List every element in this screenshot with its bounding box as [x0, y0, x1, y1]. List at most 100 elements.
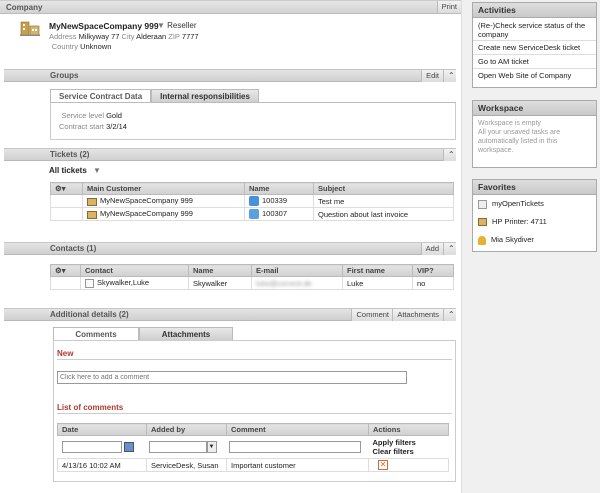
collapse-icon[interactable]: ⌃: [443, 243, 456, 255]
comment-added-by: ServiceDesk, Susan: [146, 458, 227, 472]
building-icon: [87, 197, 97, 206]
divider: [57, 359, 452, 360]
favorite-item-myopentickets[interactable]: myOpenTickets: [473, 195, 596, 213]
contacts-header: Contacts (1) Add ⌃: [4, 242, 456, 255]
zip-value: 7777: [181, 32, 199, 41]
date-filter-input[interactable]: [61, 441, 122, 453]
groups-edit-button[interactable]: Edit: [421, 70, 443, 82]
comment-input[interactable]: [57, 371, 407, 384]
new-comment-label: New: [57, 349, 74, 358]
groups-tabs: Service Contract Data Internal responsibi…: [50, 89, 259, 102]
favorite-item-mia-skydiver[interactable]: Mia Skydiver: [473, 231, 596, 249]
tickets-title: Tickets (2): [50, 150, 90, 159]
chevron-down-icon[interactable]: ▼: [206, 441, 217, 453]
ticket-customer: MyNewSpaceCompany 999: [100, 209, 193, 219]
ticket-name: 100339: [262, 195, 288, 205]
collapse-icon[interactable]: ⌃: [443, 149, 456, 161]
added-by-filter-select[interactable]: [148, 441, 207, 453]
table-row[interactable]: MyNewSpaceCompany 999 100307 Question ab…: [50, 207, 454, 221]
company-header: Company Print: [0, 0, 461, 14]
table-row[interactable]: 4/13/16 10:02 AM ServiceDesk, Susan Impo…: [57, 458, 449, 472]
column-date[interactable]: Date: [57, 423, 147, 436]
contract-start-row: Contract start 3/2/14: [58, 122, 127, 131]
column-vip[interactable]: VIP?: [412, 264, 454, 277]
delete-icon[interactable]: ✕: [378, 460, 388, 470]
details-header: Additional details (2) Comment Attachmen…: [4, 308, 456, 321]
tab-attachments[interactable]: Attachments: [139, 327, 233, 340]
tickets-filter-label: All tickets: [49, 166, 87, 175]
activities-title: Activities: [473, 3, 596, 18]
tickets-header: Tickets (2) ⌃: [4, 148, 456, 161]
company-type: Reseller: [167, 21, 197, 30]
column-actions[interactable]: Actions: [368, 423, 449, 436]
table-settings[interactable]: ⚙▾: [50, 182, 83, 195]
contacts-add-button[interactable]: Add: [420, 243, 443, 255]
country-value: Unknown: [80, 42, 112, 51]
column-email[interactable]: E-mail: [251, 264, 343, 277]
chevron-down-icon: ▼: [93, 166, 101, 175]
tab-service-contract-data[interactable]: Service Contract Data: [50, 89, 152, 102]
comment-text: Important customer: [226, 458, 369, 472]
address-value: Milkyway 77: [78, 32, 120, 41]
table-settings[interactable]: ⚙▾: [50, 264, 81, 277]
country-label: Country: [51, 42, 78, 51]
comment-date: 4/13/16 10:02 AM: [57, 458, 147, 472]
main-panel: Company Print MyNewSpaceCompany 999 ▼ Re…: [0, 0, 462, 493]
comment-filter-input[interactable]: [228, 441, 361, 453]
activity-item-open-website[interactable]: Open Web Site of Company: [473, 69, 596, 83]
table-row[interactable]: Skywalker,Luke Skywalker luke@corvest.de…: [50, 276, 454, 290]
search-icon: [478, 199, 487, 209]
column-name[interactable]: Name: [244, 182, 314, 195]
company-name[interactable]: MyNewSpaceCompany 999: [49, 21, 159, 31]
tickets-table: ⚙▾ Main Customer Name Subject MyNewSpace…: [50, 182, 454, 221]
workspace-title: Workspace: [473, 101, 596, 116]
column-contact[interactable]: Contact: [80, 264, 189, 277]
apply-filters-button[interactable]: Apply filters: [373, 438, 447, 447]
contacts-table: ⚙▾ Contact Name E-mail First name VIP? S…: [50, 264, 454, 290]
groups-title: Groups: [50, 71, 79, 80]
details-tabs: Comments Attachments: [53, 327, 233, 340]
collapse-icon[interactable]: ⌃: [443, 70, 456, 82]
clear-filters-button[interactable]: Clear filters: [373, 447, 447, 456]
activity-item-check-service[interactable]: (Re-)Check service status of the company: [473, 18, 596, 41]
ticket-icon: [249, 209, 259, 219]
calendar-icon[interactable]: [123, 442, 134, 452]
comments-table: Date Added by Comment Actions ▼ Apply fi…: [57, 423, 449, 472]
details-title: Additional details (2): [50, 310, 129, 319]
company-type-dropdown[interactable]: ▼ Reseller: [157, 21, 197, 30]
column-first-name[interactable]: First name: [342, 264, 413, 277]
workspace-empty-text: Workspace is empty All your unsaved task…: [478, 120, 561, 154]
gear-icon[interactable]: ⚙▾: [55, 266, 66, 275]
attachments-button[interactable]: Attachments: [392, 309, 443, 321]
favorite-label: HP Printer: 4711: [492, 217, 547, 226]
service-level-row: Service level Gold: [58, 111, 121, 120]
gear-icon[interactable]: ⚙▾: [55, 184, 66, 193]
building-icon: [87, 210, 97, 219]
contact-email: luke@corvest.de: [251, 276, 343, 290]
favorites-title: Favorites: [473, 180, 596, 195]
ticket-name: 100307: [262, 208, 288, 218]
contact-email-text: luke@corvest.de: [256, 278, 312, 288]
contract-start-value: 3/2/14: [106, 122, 127, 131]
service-level-label: Service level: [61, 111, 104, 120]
chevron-down-icon: ▼: [157, 21, 165, 30]
tickets-filter[interactable]: All tickets ▼: [49, 166, 101, 175]
table-row[interactable]: MyNewSpaceCompany 999 100339 Test me: [50, 194, 454, 208]
collapse-icon[interactable]: ⌃: [443, 309, 456, 321]
groups-tab-content: [50, 102, 456, 140]
column-added-by[interactable]: Added by: [146, 423, 227, 436]
tab-internal-responsibilities[interactable]: Internal responsibilities: [151, 89, 259, 102]
column-name[interactable]: Name: [188, 264, 252, 277]
print-button[interactable]: Print: [436, 1, 461, 13]
column-subject[interactable]: Subject: [313, 182, 454, 195]
activity-item-create-ticket[interactable]: Create new ServiceDesk ticket: [473, 41, 596, 55]
groups-header: Groups Edit ⌃: [4, 69, 456, 82]
column-comment[interactable]: Comment: [226, 423, 369, 436]
tab-comments[interactable]: Comments: [53, 327, 139, 340]
comment-button[interactable]: Comment: [351, 309, 393, 321]
ticket-icon: [249, 196, 259, 206]
divider: [57, 413, 452, 414]
favorite-item-hp-printer[interactable]: HP Printer: 4711: [473, 213, 596, 231]
column-main-customer[interactable]: Main Customer: [82, 182, 245, 195]
activity-item-go-to-am[interactable]: Go to AM ticket: [473, 55, 596, 69]
